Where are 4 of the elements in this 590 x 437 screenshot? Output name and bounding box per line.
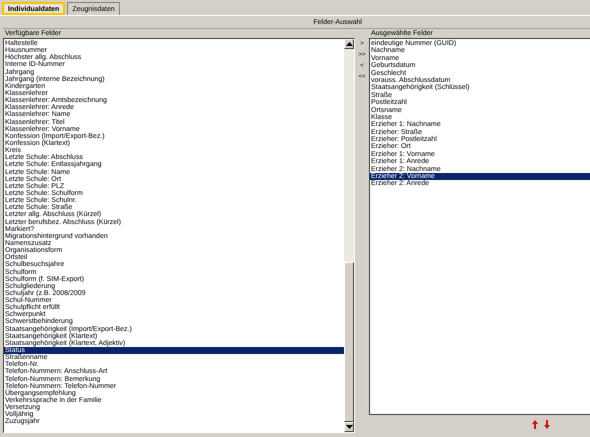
move-down-icon[interactable] [544,420,550,428]
scroll-up-icon[interactable] [344,39,354,49]
scroll-down-icon[interactable] [344,422,354,432]
move-up-icon[interactable] [532,420,538,428]
